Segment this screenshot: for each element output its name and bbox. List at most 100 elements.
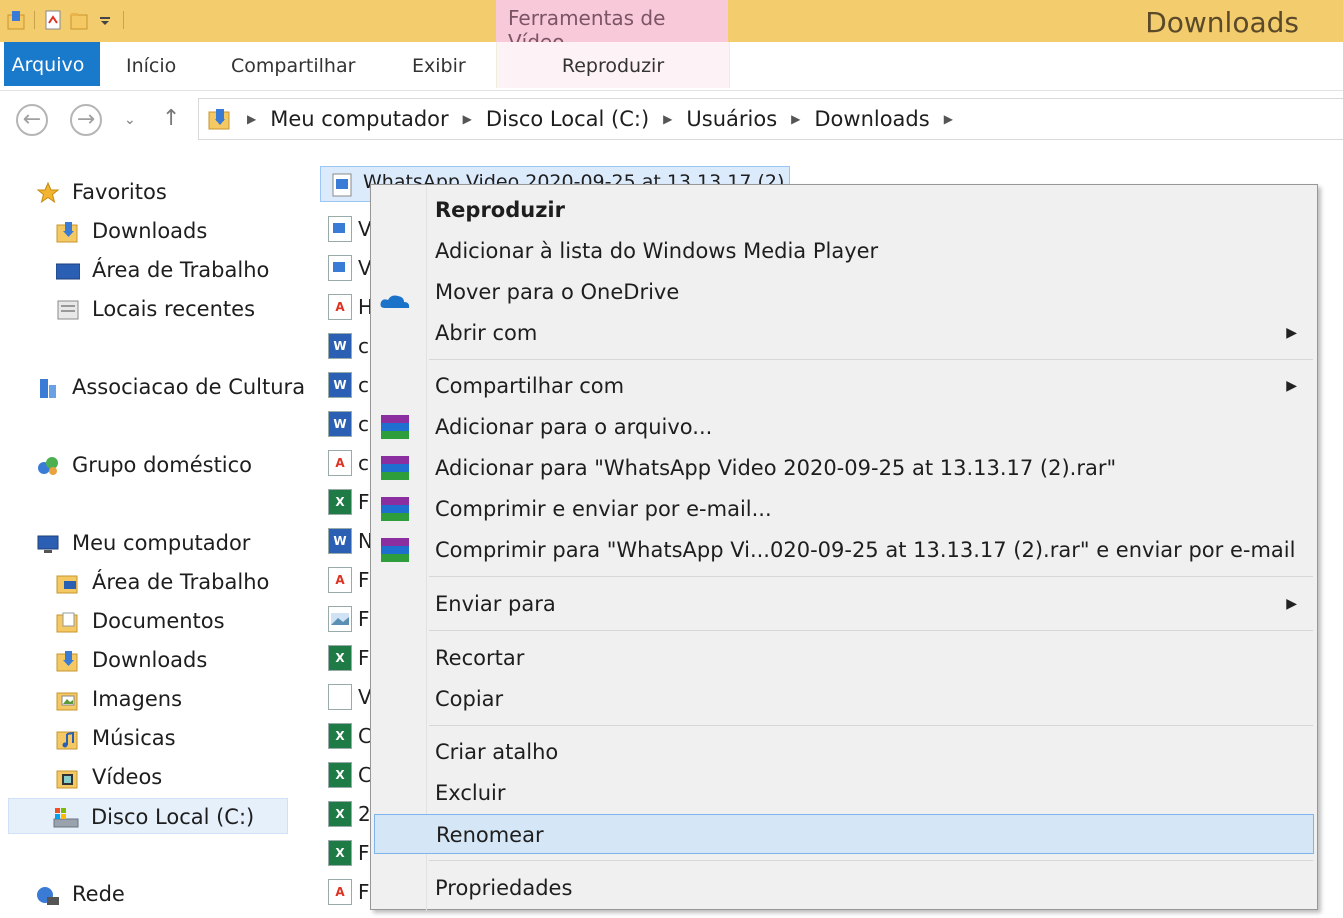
desktop-icon [55,258,81,282]
desktop-folder-icon [56,570,80,594]
chevron-down-icon: ⌄ [124,112,136,128]
excel-file-icon[interactable]: X [328,801,352,827]
menu-item-abrir-com[interactable]: Abrir com ▶ [371,313,1317,353]
up-arrow-icon: ↑ [162,106,181,131]
menu-item-criar-atalho[interactable]: Criar atalho [371,732,1317,772]
word-file-icon[interactable]: W [328,528,352,554]
tab-compartilhar[interactable]: Compartilhar [231,42,355,88]
nav-favoritos-locais-recentes[interactable]: Locais recentes [56,291,276,327]
breadcrumb-item[interactable]: Usuários [686,107,777,131]
nav-favoritos-downloads[interactable]: Downloads [56,213,276,249]
image-file-icon[interactable] [328,606,352,632]
menu-item-adicionar-arquivo[interactable]: Adicionar para o arquivo... [371,407,1317,447]
excel-file-icon[interactable]: X [328,840,352,866]
nav-associacao-de-cultura[interactable]: Associacao de Cultura [36,369,305,405]
library-icon [36,375,60,399]
tab-inicio[interactable]: Início [126,42,176,88]
nav-computer-documentos[interactable]: Documentos [56,603,276,639]
menu-item-compartilhar-com[interactable]: Compartilhar com ▶ [371,366,1317,406]
excel-file-icon[interactable]: X [328,723,352,749]
navigation-bar: ← → ⌄ ↑ ▶ Meu computador ▶ Disco Local (… [0,92,1343,148]
recent-locations-button[interactable]: ⌄ [124,112,136,128]
nav-grupo-domestico[interactable]: Grupo doméstico [36,447,276,483]
nav-computer-imagens[interactable]: Imagens [56,681,276,717]
downloads-folder-icon [56,219,80,243]
breadcrumb-item[interactable]: Meu computador [270,107,448,131]
menu-item-propriedades[interactable]: Propriedades [371,868,1317,908]
pdf-file-icon[interactable]: A [328,294,352,320]
nav-computer-disco-local[interactable]: Disco Local (C:) [8,798,288,834]
explorer-app-icon[interactable] [6,9,26,31]
context-menu: Reproduzir Adicionar à lista do Windows … [370,184,1318,911]
video-file-icon[interactable] [328,255,352,281]
title-bar: Ferramentas de Vídeo Downloads [0,0,1343,54]
nav-rede[interactable]: Rede [36,876,236,912]
address-bar[interactable]: ▶ Meu computador ▶ Disco Local (C:) ▶ Us… [198,98,1343,140]
breadcrumb-separator-icon[interactable]: ▶ [791,112,800,126]
documents-folder-icon [56,609,80,633]
menu-item-adicionar-lista-wmp[interactable]: Adicionar à lista do Windows Media Playe… [371,231,1317,271]
back-arrow-icon: ← [22,107,42,132]
music-folder-icon [56,726,80,750]
word-file-icon[interactable]: W [328,333,352,359]
customize-toolbar-icon[interactable] [95,9,115,31]
excel-file-icon[interactable]: X [328,762,352,788]
submenu-arrow-icon: ▶ [1286,325,1297,341]
breadcrumb-separator-icon[interactable]: ▶ [463,112,472,126]
forward-button[interactable]: → [70,104,102,136]
menu-item-mover-onedrive[interactable]: Mover para o OneDrive [371,272,1317,312]
pdf-file-icon[interactable]: A [328,879,352,905]
onedrive-cloud-icon [379,282,411,308]
pdf-file-icon[interactable]: A [328,567,352,593]
toolbar-divider [34,11,35,29]
tab-exibir[interactable]: Exibir [412,42,466,88]
nav-computer-videos[interactable]: Vídeos [56,759,276,795]
nav-computer-musicas[interactable]: Músicas [56,720,276,756]
nav-computer-downloads[interactable]: Downloads [56,642,276,678]
generic-file-icon[interactable] [328,684,352,710]
back-button[interactable]: ← [16,104,48,136]
excel-file-icon[interactable]: X [328,489,352,515]
menu-item-recortar[interactable]: Recortar [371,638,1317,678]
breadcrumb-separator-icon[interactable]: ▶ [944,112,953,126]
tab-arquivo[interactable]: Arquivo [4,42,100,86]
pictures-folder-icon [56,687,80,711]
quick-access-toolbar [6,8,126,32]
forward-arrow-icon: → [76,107,96,132]
menu-separator [429,725,1313,726]
breadcrumb: ▶ Meu computador ▶ Disco Local (C:) ▶ Us… [207,99,967,139]
nav-meu-computador[interactable]: Meu computador [36,525,276,561]
local-disk-icon [53,805,79,829]
excel-file-icon[interactable]: X [328,645,352,671]
recent-places-icon [56,297,80,321]
new-folder-icon[interactable] [69,9,89,31]
menu-item-renomear[interactable]: Renomear [374,814,1314,854]
submenu-arrow-icon: ▶ [1286,596,1297,612]
breadcrumb-separator-icon[interactable]: ▶ [663,112,672,126]
up-button[interactable]: ↑ [162,106,180,131]
menu-item-copiar[interactable]: Copiar [371,679,1317,719]
network-icon [36,882,60,906]
properties-icon[interactable] [43,9,63,31]
pdf-file-icon[interactable]: A [328,450,352,476]
menu-item-comprimir-rar-email[interactable]: Comprimir para "WhatsApp Vi...020-09-25 … [371,530,1317,570]
nav-favoritos-area-de-trabalho[interactable]: Área de Trabalho [55,252,276,288]
toolbar-divider [123,11,124,29]
computer-icon [36,531,60,555]
breadcrumb-separator-icon[interactable]: ▶ [247,112,256,126]
word-file-icon[interactable]: W [328,372,352,398]
menu-item-reproduzir[interactable]: Reproduzir [371,190,1317,230]
menu-item-adicionar-rar[interactable]: Adicionar para "WhatsApp Video 2020-09-2… [371,448,1317,488]
tab-reproduzir[interactable]: Reproduzir [496,42,730,88]
breadcrumb-item[interactable]: Downloads [814,107,929,131]
nav-favoritos[interactable]: Favoritos [36,174,236,210]
winrar-icon [381,456,409,480]
navigation-pane: Favoritos Downloads Área de Trabalho Loc… [0,160,305,912]
word-file-icon[interactable]: W [328,411,352,437]
nav-computer-area-de-trabalho[interactable]: Área de Trabalho [56,564,276,600]
menu-item-excluir[interactable]: Excluir [371,773,1317,813]
menu-item-enviar-para[interactable]: Enviar para ▶ [371,584,1317,624]
breadcrumb-item[interactable]: Disco Local (C:) [486,107,649,131]
video-file-icon[interactable] [328,216,352,242]
menu-item-comprimir-email[interactable]: Comprimir e enviar por e-mail... [371,489,1317,529]
